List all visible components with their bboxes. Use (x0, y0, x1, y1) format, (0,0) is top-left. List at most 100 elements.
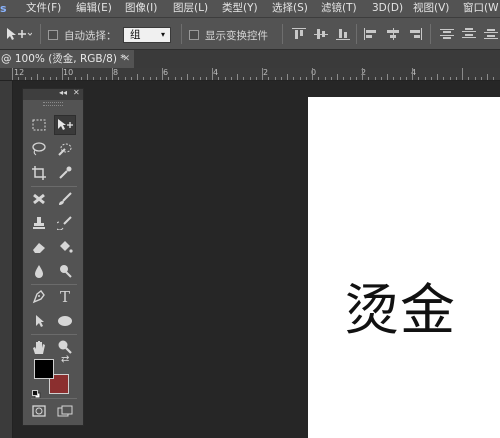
document-tab[interactable]: @ 100% (烫金, RGB/8) * ✕ (0, 50, 134, 68)
show-transform-label: 显示变换控件 (205, 30, 268, 42)
ruler-tick (24, 77, 26, 80)
ruler-label: 4 (213, 68, 219, 77)
hand-tool[interactable] (28, 337, 50, 357)
tools-panel: ◂◂ ✕ T ⇄ (22, 88, 84, 426)
distribute-bottom-icon[interactable] (484, 28, 498, 40)
close-icon[interactable]: ✕ (122, 50, 130, 68)
crop-tool[interactable] (28, 163, 50, 183)
ruler-tick (399, 77, 401, 80)
ruler-tick (37, 74, 38, 80)
ellipse-tool[interactable] (54, 311, 76, 331)
menu-file[interactable]: 文件(F) (26, 0, 61, 17)
ruler-tick (193, 77, 195, 80)
blur-tool[interactable] (28, 261, 50, 281)
close-icon[interactable]: ✕ (73, 88, 80, 97)
menu-window[interactable]: 窗口(W (463, 0, 498, 17)
distribute-top-icon[interactable] (440, 28, 454, 40)
ruler-tick (387, 74, 388, 80)
dodge-tool[interactable] (54, 261, 76, 281)
ruler-tick (318, 77, 320, 80)
ruler-tick (493, 77, 495, 80)
quick-selection-tool[interactable] (54, 139, 76, 159)
healing-brush-tool[interactable] (28, 189, 50, 209)
tools-panel-header[interactable]: ◂◂ ✕ (23, 88, 83, 100)
document-tab-title: @ 100% (烫金, RGB/8) * (1, 53, 126, 65)
paint-bucket-tool[interactable] (54, 237, 76, 257)
default-colors-icon[interactable] (32, 384, 41, 399)
ruler-tick (230, 77, 232, 80)
align-bottom-edges-icon[interactable] (336, 28, 350, 40)
ruler-tick (118, 77, 120, 80)
auto-select-dropdown[interactable]: 组 ▾ (123, 27, 171, 43)
app-logo[interactable]: s (0, 0, 7, 17)
pen-icon (32, 290, 45, 304)
ruler-tick (480, 77, 482, 80)
ruler-tick (293, 77, 295, 80)
ruler-tick (12, 68, 13, 80)
type-tool[interactable]: T (54, 287, 76, 307)
menu-image[interactable]: 图像(I) (125, 0, 157, 17)
ruler-tick (249, 77, 251, 80)
pen-tool[interactable] (28, 287, 50, 307)
menu-view[interactable]: 视图(V) (413, 0, 449, 17)
ruler-tick (112, 68, 113, 80)
ruler-tick (312, 68, 313, 80)
ruler-tick (255, 77, 257, 80)
brush-tool[interactable] (54, 189, 76, 209)
ruler-tick (224, 77, 226, 80)
align-horizontal-centers-icon[interactable] (386, 28, 400, 40)
menu-select[interactable]: 选择(S) (272, 0, 308, 17)
move-tool[interactable] (54, 115, 76, 135)
move-icon (58, 119, 73, 130)
eyedropper-tool[interactable] (54, 163, 76, 183)
grip-icon[interactable] (43, 102, 63, 106)
ruler-tick (93, 77, 95, 80)
align-vertical-centers-icon[interactable] (314, 28, 328, 40)
brush-icon (59, 192, 72, 205)
tool-preset-picker[interactable] (4, 26, 33, 42)
screen-mode-tool[interactable] (54, 401, 76, 421)
ruler-tick (168, 77, 170, 80)
canvas-text-layer[interactable]: 烫金 (344, 265, 456, 345)
ruler-tick (155, 77, 157, 80)
ruler-tick (124, 77, 126, 80)
hand-icon (33, 341, 45, 354)
eraser-icon (33, 243, 45, 253)
marquee-tool[interactable] (28, 115, 50, 135)
ruler-tick (187, 74, 188, 80)
clone-stamp-tool[interactable] (28, 213, 50, 233)
align-left-edges-icon[interactable] (364, 28, 378, 40)
path-selection-tool[interactable] (28, 311, 50, 331)
menu-type[interactable]: 类型(Y) (222, 0, 258, 17)
align-top-edges-icon[interactable] (292, 28, 306, 40)
ruler-tick (462, 68, 463, 80)
eraser-tool[interactable] (28, 237, 50, 257)
ruler-label: 10 (63, 68, 74, 77)
menu-filter[interactable]: 滤镜(T) (321, 0, 357, 17)
collapse-icon[interactable]: ◂◂ (59, 88, 67, 97)
ruler-tick (143, 77, 145, 80)
ruler-tick (324, 77, 326, 80)
menu-edit[interactable]: 编辑(E) (76, 0, 112, 17)
lasso-tool[interactable] (28, 139, 50, 159)
align-right-edges-icon[interactable] (408, 28, 422, 40)
document-canvas[interactable]: 烫金 (308, 97, 500, 438)
menu-3d[interactable]: 3D(D) (372, 0, 403, 17)
dodge-icon (60, 265, 72, 278)
ruler-tick (305, 77, 307, 80)
swap-colors-icon[interactable]: ⇄ (61, 354, 69, 365)
distribute-vertical-centers-icon[interactable] (462, 28, 476, 40)
ruler-tick (355, 77, 357, 80)
ruler-tick (105, 77, 107, 80)
ruler-tick (343, 77, 345, 80)
ruler-tick (130, 77, 132, 80)
auto-select-checkbox[interactable] (48, 30, 58, 40)
ruler-tick (68, 77, 70, 80)
quick-mask-tool[interactable] (28, 401, 50, 421)
quick-selection-icon (58, 143, 72, 156)
foreground-color-swatch[interactable] (34, 359, 54, 379)
menu-layer[interactable]: 图层(L) (173, 0, 208, 17)
history-brush-tool[interactable] (54, 213, 76, 233)
show-transform-checkbox[interactable] (189, 30, 199, 40)
ruler-tick (443, 77, 445, 80)
